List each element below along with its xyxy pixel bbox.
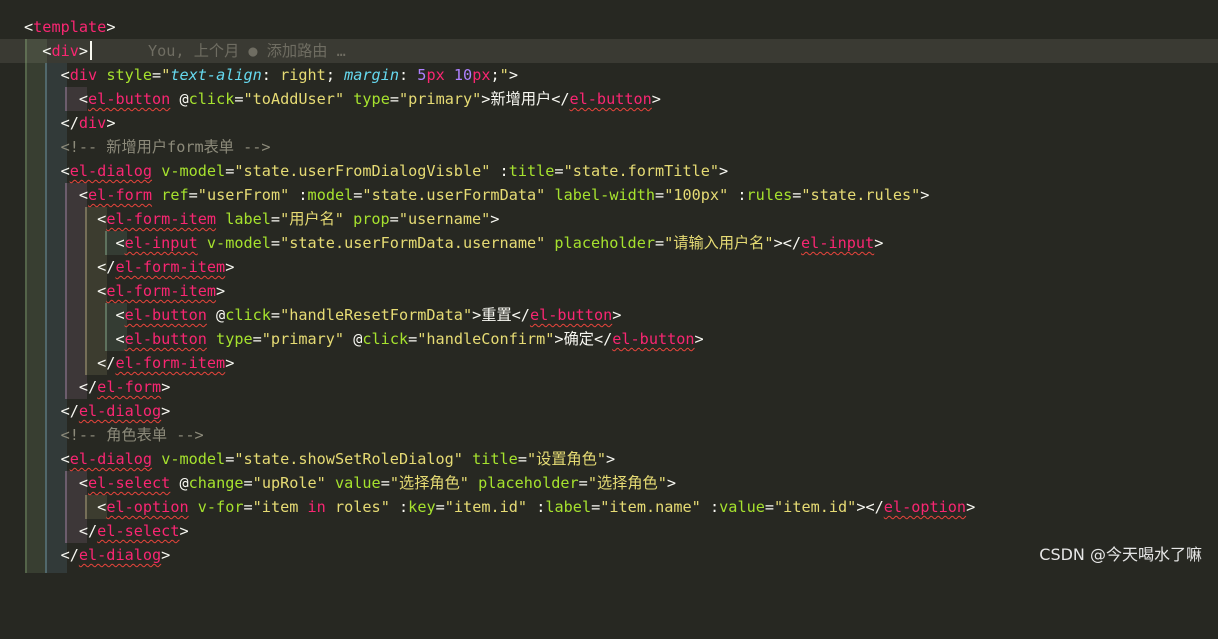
code-line[interactable]: </el-form-item> bbox=[0, 255, 1218, 279]
code-line[interactable]: </el-dialog> bbox=[0, 399, 1218, 423]
code-line[interactable]: <el-input v-model="state.userFormData.us… bbox=[0, 231, 1218, 255]
code-line[interactable]: <el-button @click="handleResetFormData">… bbox=[0, 303, 1218, 327]
code-line[interactable]: <div style="text-align: right; margin: 5… bbox=[0, 63, 1218, 87]
code-text: <!-- 角色表单 --> bbox=[60, 426, 204, 444]
code-text: <el-form ref="userFrom" :model="state.us… bbox=[78, 186, 930, 204]
code-line-partial bbox=[0, 567, 1218, 573]
git-blame-annotation[interactable]: You, 上个月 ● 添加路由 … bbox=[148, 39, 346, 63]
code-line[interactable]: </div> bbox=[0, 111, 1218, 135]
code-text: <el-dialog v-model="state.userFromDialog… bbox=[60, 162, 729, 180]
code-text: <el-button @click="handleResetFormData">… bbox=[115, 306, 622, 324]
code-text: </div> bbox=[60, 114, 116, 132]
code-line[interactable]: <el-option v-for="item in roles" :key="i… bbox=[0, 495, 1218, 519]
code-text: <el-form-item> bbox=[97, 282, 226, 300]
code-text: <div> bbox=[42, 42, 89, 60]
text-cursor bbox=[90, 39, 92, 63]
code-text: </el-select> bbox=[78, 522, 189, 540]
code-text: <el-option v-for="item in roles" :key="i… bbox=[97, 498, 976, 516]
code-line[interactable]: <el-form-item> bbox=[0, 279, 1218, 303]
code-text: <el-dialog v-model="state.showSetRoleDia… bbox=[60, 450, 616, 468]
code-text: </el-dialog> bbox=[60, 546, 171, 564]
code-line[interactable]: <el-button @click="toAddUser" type="prim… bbox=[0, 87, 1218, 111]
code-text: <div style="text-align: right; margin: 5… bbox=[60, 66, 518, 84]
code-line[interactable]: </el-select> bbox=[0, 519, 1218, 543]
code-line[interactable]: <el-dialog v-model="state.showSetRoleDia… bbox=[0, 447, 1218, 471]
code-text: </el-form-item> bbox=[97, 354, 235, 372]
code-line[interactable]: <!-- 新增用户form表单 --> bbox=[0, 135, 1218, 159]
code-text: </el-dialog> bbox=[60, 402, 171, 420]
code-line-current[interactable]: <div> You, 上个月 ● 添加路由 … bbox=[0, 39, 1218, 63]
code-text: <el-button @click="toAddUser" type="prim… bbox=[78, 90, 661, 108]
code-line[interactable]: <el-dialog v-model="state.userFromDialog… bbox=[0, 159, 1218, 183]
code-text: <el-select @change="upRole" value="选择角色"… bbox=[78, 474, 677, 492]
code-line[interactable]: <el-form-item label="用户名" prop="username… bbox=[0, 207, 1218, 231]
code-line[interactable]: <!-- 角色表单 --> bbox=[0, 423, 1218, 447]
code-text: </el-form-item> bbox=[97, 258, 235, 276]
code-line[interactable]: <el-form ref="userFrom" :model="state.us… bbox=[0, 183, 1218, 207]
csdn-watermark: CSDN @今天喝水了嘛 bbox=[1039, 545, 1202, 564]
code-text: <el-input v-model="state.userFormData.us… bbox=[115, 234, 884, 252]
code-line[interactable]: </el-dialog> bbox=[0, 543, 1218, 567]
code-line[interactable]: <el-button type="primary" @click="handle… bbox=[0, 327, 1218, 351]
code-line[interactable]: <el-select @change="upRole" value="选择角色"… bbox=[0, 471, 1218, 495]
code-line[interactable]: </el-form> bbox=[0, 375, 1218, 399]
code-line[interactable]: <template> bbox=[0, 15, 1218, 39]
code-text: <el-button type="primary" @click="handle… bbox=[115, 330, 704, 348]
code-text: <template> bbox=[24, 18, 116, 36]
code-text: <el-form-item label="用户名" prop="username… bbox=[97, 210, 500, 228]
code-line[interactable]: </el-form-item> bbox=[0, 351, 1218, 375]
code-editor[interactable]: <template> <div> You, 上个月 ● 添加路由 … <div … bbox=[0, 0, 1218, 573]
code-text: </el-form> bbox=[78, 378, 171, 396]
code-text: <!-- 新增用户form表单 --> bbox=[60, 138, 271, 156]
